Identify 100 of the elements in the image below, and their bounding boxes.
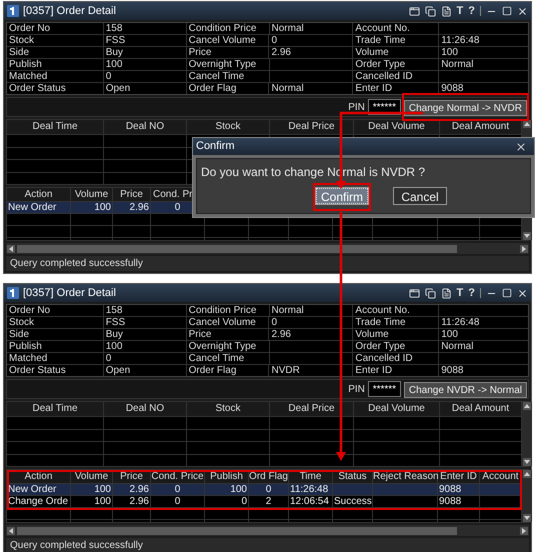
- field-label: Condition Price: [186, 305, 269, 316]
- field-label: Stock: [7, 35, 103, 46]
- pin-field[interactable]: ******: [368, 381, 401, 397]
- horizontal-scrollbar[interactable]: [6, 243, 529, 254]
- field-label: Price: [186, 47, 268, 58]
- change-button[interactable]: Change Normal -> NVDR: [404, 100, 527, 116]
- field-value: Buy: [104, 47, 186, 58]
- field-label: Side: [7, 47, 103, 58]
- column-header[interactable]: Deal Volume: [354, 120, 440, 134]
- field-label: Side: [7, 329, 103, 340]
- field-value: Open: [104, 365, 186, 376]
- column-header[interactable]: Deal NO: [104, 120, 187, 134]
- toolbar-glyph[interactable]: ?: [468, 288, 475, 298]
- scroll-down-icon[interactable]: [523, 514, 531, 522]
- dialog-button[interactable]: Cancel: [393, 187, 447, 205]
- scroll-down-icon[interactable]: [523, 232, 531, 240]
- field-value: 9088: [439, 365, 528, 376]
- field-label: Order Flag: [186, 365, 268, 376]
- column-header[interactable]: Deal Price: [270, 402, 354, 416]
- table-cell: 100: [71, 202, 113, 213]
- field-label: Order Status: [7, 83, 103, 94]
- column-header[interactable]: Deal Price: [270, 120, 354, 134]
- scroll-up-icon[interactable]: [523, 402, 531, 410]
- table-cell: 9088: [438, 496, 480, 507]
- vertical-scrollbar[interactable]: [522, 402, 532, 466]
- field-value: 100: [439, 329, 528, 340]
- pin-label: PIN: [348, 382, 365, 396]
- field-label: Cancel Time: [186, 71, 269, 82]
- scroll-up-icon[interactable]: [523, 470, 531, 478]
- column-header[interactable]: Deal Time: [7, 402, 104, 416]
- table-cell: Success: [333, 496, 373, 507]
- field-label: Condition Price: [186, 23, 269, 34]
- toolbar-glyph[interactable]: ?: [468, 6, 475, 16]
- field-label: Trade Time: [353, 317, 438, 328]
- field-value: 0: [269, 317, 352, 328]
- toolbar-glyph[interactable]: T: [456, 288, 464, 298]
- field-value: 100: [439, 47, 528, 58]
- table-cell: 2.96: [113, 496, 151, 507]
- field-label: Volume: [353, 329, 438, 340]
- field-value: Normal: [439, 341, 528, 352]
- table-cell: 2: [249, 496, 289, 507]
- column-header[interactable]: Stock: [187, 120, 270, 134]
- toolbar-glyph[interactable]: T: [456, 6, 464, 16]
- column-header[interactable]: Deal Time: [7, 120, 104, 134]
- field-label: Order Type: [353, 59, 438, 70]
- scroll-up-icon[interactable]: [523, 120, 531, 128]
- field-label: Cancel Volume: [186, 317, 268, 328]
- field-label: Order Status: [7, 365, 103, 376]
- copy-icon[interactable]: [424, 288, 436, 298]
- scroll-down-icon[interactable]: [523, 458, 531, 466]
- table-cell: 12:06:54: [289, 496, 333, 507]
- field-value: 0: [269, 35, 352, 46]
- field-label: Cancelled ID: [353, 71, 438, 82]
- close-icon[interactable]: [517, 6, 528, 16]
- field-label: Overnight Type: [186, 59, 269, 70]
- dialog-button[interactable]: Confirm: [315, 187, 369, 205]
- window-icon[interactable]: [408, 6, 420, 16]
- document-icon[interactable]: [440, 6, 452, 16]
- field-label: Price: [186, 329, 268, 340]
- horizontal-scrollbar[interactable]: [6, 525, 529, 536]
- scroll-thumb[interactable]: [17, 244, 457, 252]
- table-cell: 0: [205, 496, 249, 507]
- table-row[interactable]: Change Orde 100 2.96 0 0 2 12:06:54 Success 9088: [7, 495, 522, 507]
- change-button[interactable]: Change NVDR -> Normal: [404, 382, 527, 398]
- field-label: Volume: [353, 47, 438, 58]
- scroll-left-icon[interactable]: [7, 526, 15, 534]
- scroll-right-icon[interactable]: [520, 526, 528, 534]
- field-value: Buy: [104, 329, 186, 340]
- document-icon[interactable]: [440, 288, 452, 298]
- field-label: Order Flag: [186, 83, 268, 94]
- close-icon[interactable]: [517, 288, 528, 298]
- field-label: Cancel Time: [186, 353, 269, 364]
- field-label: Cancelled ID: [353, 353, 438, 364]
- table-cell: Change Orde: [7, 496, 71, 507]
- maximize-icon[interactable]: [502, 288, 512, 298]
- scroll-right-icon[interactable]: [520, 244, 528, 252]
- vertical-scrollbar[interactable]: [522, 470, 532, 522]
- maximize-icon[interactable]: [502, 6, 512, 16]
- status-text: Query completed successfully: [10, 257, 143, 271]
- field-value: 9088: [439, 83, 528, 94]
- column-header[interactable]: Deal Volume: [354, 402, 440, 416]
- copy-icon[interactable]: [424, 6, 436, 16]
- window-title: [0357] Order Detail: [23, 286, 116, 301]
- column-header[interactable]: Deal NO: [104, 402, 187, 416]
- field-value: 158: [104, 23, 186, 34]
- field-value: 2.96: [269, 329, 352, 340]
- field-value: 11:26:48: [439, 35, 528, 46]
- table-row[interactable]: New Order 100 2.96 0 100 0 11:26:48 9088: [7, 483, 522, 495]
- field-label: Stock: [7, 317, 103, 328]
- field-label: Enter ID: [353, 365, 438, 376]
- close-icon[interactable]: [515, 140, 527, 152]
- column-header[interactable]: Stock: [187, 402, 270, 416]
- scroll-left-icon[interactable]: [7, 244, 15, 252]
- field-value: FSS: [104, 317, 186, 328]
- field-label: Enter ID: [353, 83, 438, 94]
- field-label: Publish: [7, 341, 103, 352]
- field-label: Order No: [7, 23, 103, 34]
- field-value: 0: [104, 353, 186, 364]
- scroll-thumb[interactable]: [17, 526, 457, 534]
- window-icon[interactable]: [408, 288, 420, 298]
